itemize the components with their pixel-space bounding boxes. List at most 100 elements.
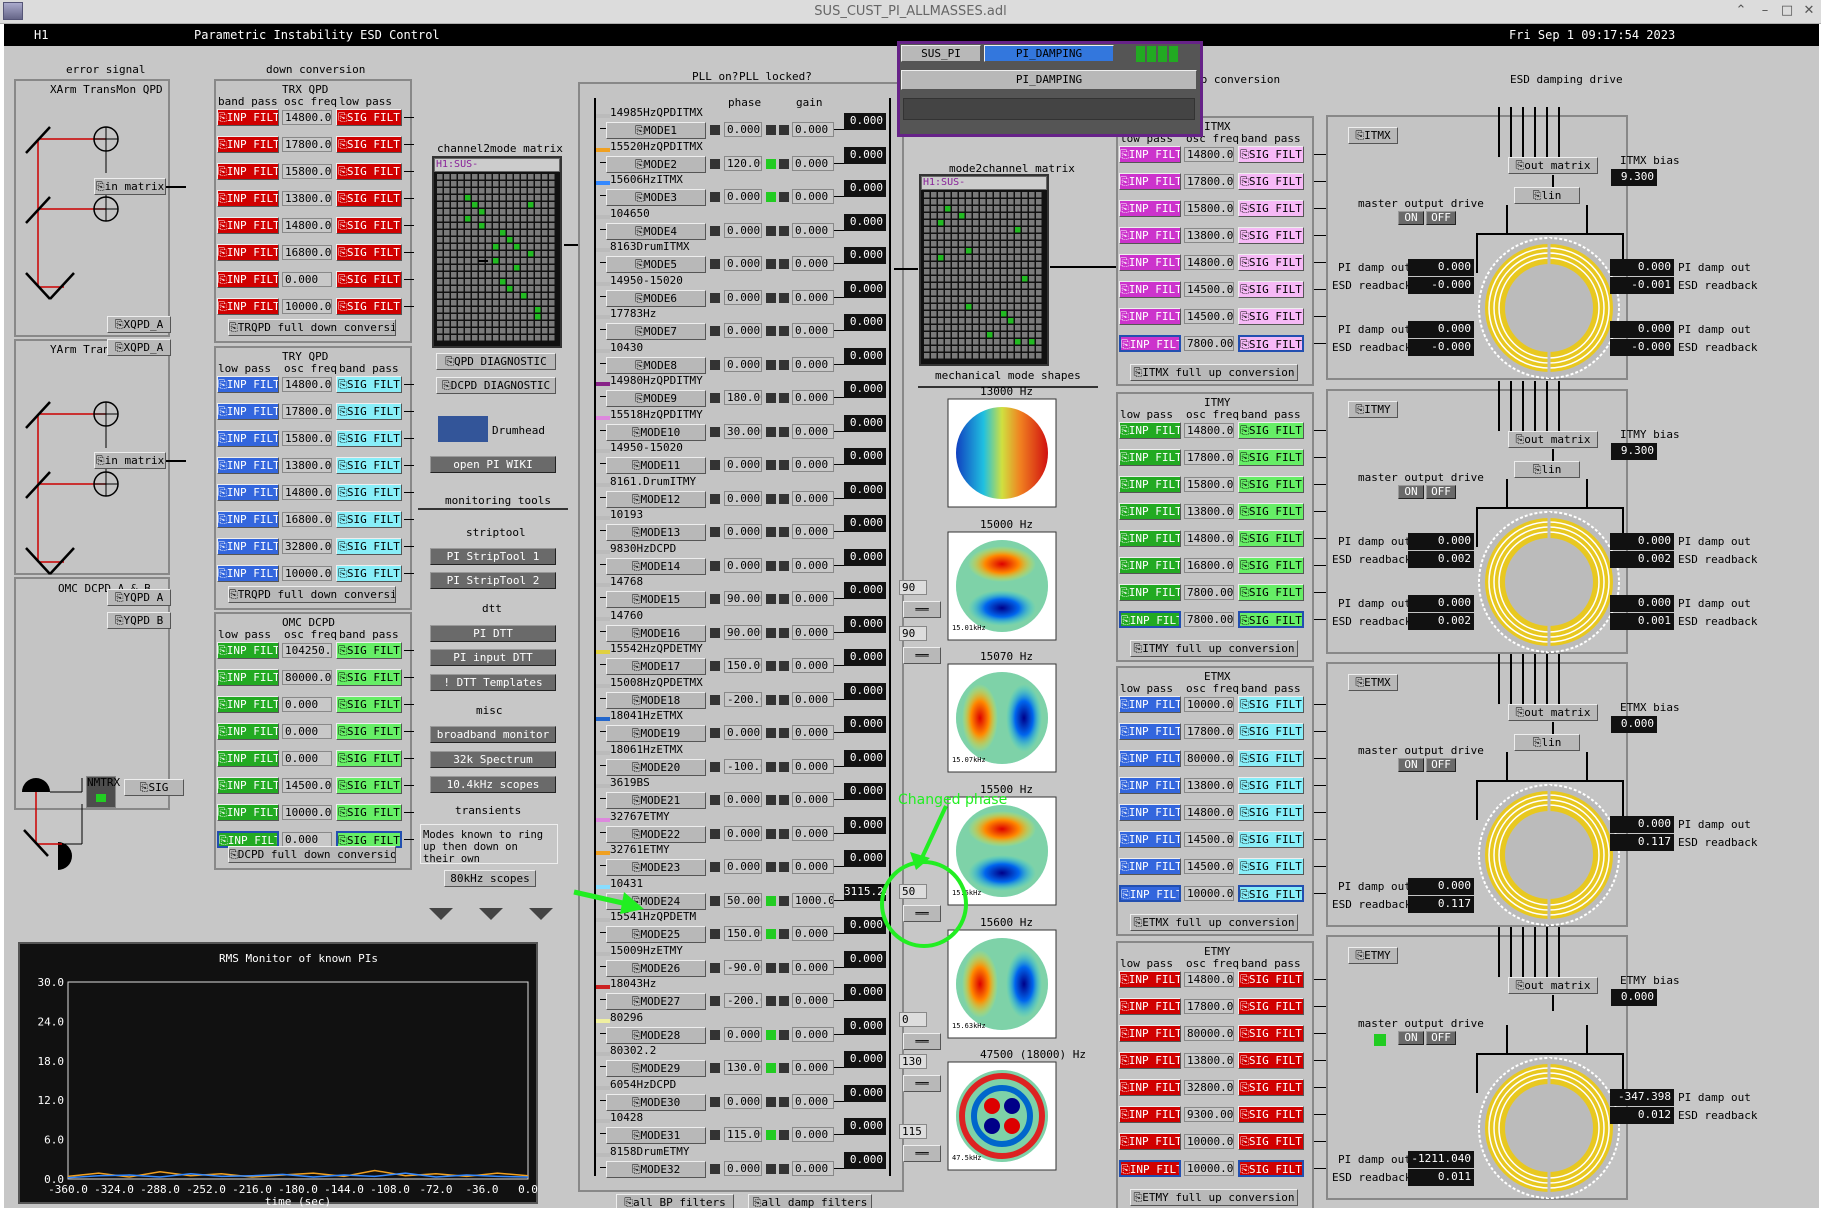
pll-on-indicator-32[interactable] — [710, 1163, 720, 1174]
open-pi-wiki-button[interactable]: open PI WIKI — [430, 456, 556, 473]
itmy-up-sig-filt-3[interactable]: ⎘SIG FILT — [1238, 476, 1304, 493]
omc-inp-filt-2[interactable]: ⎘INP FILT — [217, 669, 279, 686]
phase-slider-1[interactable]: ══ — [903, 601, 941, 618]
pll-on-indicator-10[interactable] — [710, 426, 720, 437]
itmx-up-sig-filt-7[interactable]: ⎘SIG FILT — [1238, 308, 1304, 325]
mode-button-10[interactable]: ⎘MODE10 — [606, 423, 706, 441]
etmy-up-inp-filt-8[interactable]: ⎘INP FILT — [1119, 1160, 1181, 1177]
trx-sig-filt-2[interactable]: ⎘SIG FILT — [336, 136, 402, 153]
pll-on-indicator-3[interactable] — [710, 192, 720, 202]
gain-toggle-7[interactable] — [779, 326, 789, 336]
gain-toggle-14[interactable] — [779, 560, 789, 571]
dcpd-diagnostic-button[interactable]: ⎘DCPD DIAGNOSTIC — [436, 377, 556, 394]
etmy-up-inp-filt-7[interactable]: ⎘INP FILT — [1119, 1133, 1181, 1150]
omc-sig-filt-1[interactable]: ⎘SIG FILT — [336, 642, 402, 659]
etmy-up-sig-filt-5[interactable]: ⎘SIG FILT — [1238, 1079, 1304, 1096]
etmx-esd-button[interactable]: ⎘ETMX — [1348, 674, 1398, 691]
trx-sig-filt-5[interactable]: ⎘SIG FILT — [336, 217, 402, 234]
omc-sig-filt-5[interactable]: ⎘SIG FILT — [336, 750, 402, 767]
mode-button-1[interactable]: ⎘MODE1 — [606, 122, 706, 139]
mode2channel-grid[interactable] — [924, 192, 1044, 360]
omc-inp-filt-7[interactable]: ⎘INP FILT — [217, 804, 279, 821]
pll-on-indicator-14[interactable] — [710, 560, 720, 571]
itmy-up-sig-filt-8[interactable]: ⎘SIG FILT — [1238, 611, 1304, 628]
pll-on-indicator-31[interactable] — [710, 1130, 720, 1140]
itmy-up-inp-filt-8[interactable]: ⎘INP FILT — [1119, 611, 1181, 628]
itmx-up-inp-filt-4[interactable]: ⎘INP FILT — [1119, 227, 1181, 244]
trx-inp-filt-8[interactable]: ⎘INP FILT — [217, 298, 279, 315]
itmy-up-sig-filt-7[interactable]: ⎘SIG FILT — [1238, 584, 1304, 601]
pll-on-indicator-29[interactable] — [710, 1063, 720, 1073]
pi-damping-menu[interactable]: PI_DAMPING — [901, 70, 1197, 90]
mode-button-7[interactable]: ⎘MODE7 — [606, 323, 706, 340]
trx-sig-filt-6[interactable]: ⎘SIG FILT — [336, 244, 402, 261]
phase-slider-2[interactable]: ══ — [903, 647, 941, 664]
pll-on-indicator-7[interactable] — [710, 326, 720, 336]
omc-inp-filt-5[interactable]: ⎘INP FILT — [217, 750, 279, 767]
etmy-up-inp-filt-6[interactable]: ⎘INP FILT — [1119, 1106, 1181, 1123]
etmx-up-inp-filt-2[interactable]: ⎘INP FILT — [1119, 723, 1181, 740]
try-inp-filt-5[interactable]: ⎘INP FILT — [217, 484, 279, 501]
omc-sig-filt-6[interactable]: ⎘SIG FILT — [336, 777, 402, 794]
channel2mode-grid[interactable] — [437, 174, 557, 342]
trx-inp-filt-2[interactable]: ⎘INP FILT — [217, 136, 279, 153]
itmx-up-inp-filt-7[interactable]: ⎘INP FILT — [1119, 308, 1181, 325]
dtt-templates-button[interactable]: ! DTT Templates — [430, 674, 556, 691]
minimize-icon[interactable]: ⌃ — [1732, 3, 1750, 21]
try-inp-filt-4[interactable]: ⎘INP FILT — [217, 457, 279, 474]
omc-sig-filt-2[interactable]: ⎘SIG FILT — [336, 669, 402, 686]
pi-striptool-2-button[interactable]: PI StripTool 2 — [430, 572, 556, 589]
mode-button-9[interactable]: ⎘MODE9 — [606, 390, 706, 407]
trx-inp-filt-7[interactable]: ⎘INP FILT — [217, 271, 279, 288]
gain-toggle-11[interactable] — [779, 460, 789, 470]
pll-on-indicator-4[interactable] — [710, 225, 720, 236]
omc-inp-filt-1[interactable]: ⎘INP FILT — [217, 642, 279, 659]
gain-toggle-4[interactable] — [779, 225, 789, 236]
trx-inp-filt-4[interactable]: ⎘INP FILT — [217, 190, 279, 207]
try-sig-filt-5[interactable]: ⎘SIG FILT — [336, 484, 402, 501]
etmx-up-inp-filt-1[interactable]: ⎘INP FILT — [1119, 696, 1181, 713]
trx-inp-filt-6[interactable]: ⎘INP FILT — [217, 244, 279, 261]
omc-inp-filt-6[interactable]: ⎘INP FILT — [217, 777, 279, 794]
mode-button-14[interactable]: ⎘MODE14 — [606, 557, 706, 575]
pll-on-indicator-18[interactable] — [710, 694, 720, 705]
try-inp-filt-8[interactable]: ⎘INP FILT — [217, 565, 279, 582]
gain-toggle-18[interactable] — [779, 694, 789, 705]
trx-sig-filt-4[interactable]: ⎘SIG FILT — [336, 190, 402, 207]
pll-on-indicator-9[interactable] — [710, 393, 720, 403]
itmy-up-sig-filt-1[interactable]: ⎘SIG FILT — [1238, 422, 1304, 439]
pll-on-indicator-6[interactable] — [710, 292, 720, 303]
gain-toggle-31[interactable] — [779, 1130, 789, 1140]
omc-full-down-conversion[interactable]: ⎘DCPD full down conversion — [228, 846, 396, 863]
mode-button-5[interactable]: ⎘MODE5 — [606, 256, 706, 273]
itmy-up-sig-filt-2[interactable]: ⎘SIG FILT — [1238, 449, 1304, 466]
pi-striptool-1-button[interactable]: PI StripTool 1 — [430, 548, 556, 565]
gain-toggle-1[interactable] — [779, 125, 789, 135]
itmy-up-sig-filt-4[interactable]: ⎘SIG FILT — [1238, 503, 1304, 520]
close-icon[interactable]: ✕ — [1800, 3, 1818, 21]
itmy-up-inp-filt-1[interactable]: ⎘INP FILT — [1119, 422, 1181, 439]
yqpd-b-button[interactable]: ⎘YQPD B — [107, 612, 171, 629]
etmy-full-up-conversion[interactable]: ⎘ETMY full up conversion — [1130, 1189, 1298, 1206]
itmy-lin-button[interactable]: ⎘lin — [1514, 461, 1580, 478]
itmx-up-sig-filt-6[interactable]: ⎘SIG FILT — [1238, 281, 1304, 298]
trx-inp-filt-3[interactable]: ⎘INP FILT — [217, 163, 279, 180]
gain-toggle-2[interactable] — [779, 158, 789, 169]
itmx-up-sig-filt-8[interactable]: ⎘SIG FILT — [1238, 335, 1304, 352]
gain-toggle-6[interactable] — [779, 292, 789, 303]
gain-toggle-12[interactable] — [779, 493, 789, 504]
tab-pi-damping[interactable]: PI_DAMPING — [984, 45, 1114, 62]
mode-button-6[interactable]: ⎘MODE6 — [606, 289, 706, 307]
mode-button-15[interactable]: ⎘MODE15 — [606, 591, 706, 608]
etmx-up-sig-filt-2[interactable]: ⎘SIG FILT — [1238, 723, 1304, 740]
80khz-scopes-button[interactable]: 80kHz scopes — [444, 870, 536, 887]
try-inp-filt-7[interactable]: ⎘INP FILT — [217, 538, 279, 555]
phase-slider-6[interactable]: ══ — [903, 1145, 941, 1162]
32k-spectrum-button[interactable]: 32k Spectrum — [430, 751, 556, 768]
all-bp-filters-button[interactable]: ⎘all BP filters — [616, 1194, 734, 1208]
trx-sig-filt-1[interactable]: ⎘SIG FILT — [336, 109, 402, 126]
tab-sus-pi[interactable]: SUS_PI — [901, 45, 981, 62]
pll-on-indicator-11[interactable] — [710, 460, 720, 470]
gain-toggle-19[interactable] — [779, 728, 789, 738]
pll-on-indicator-5[interactable] — [710, 259, 720, 269]
